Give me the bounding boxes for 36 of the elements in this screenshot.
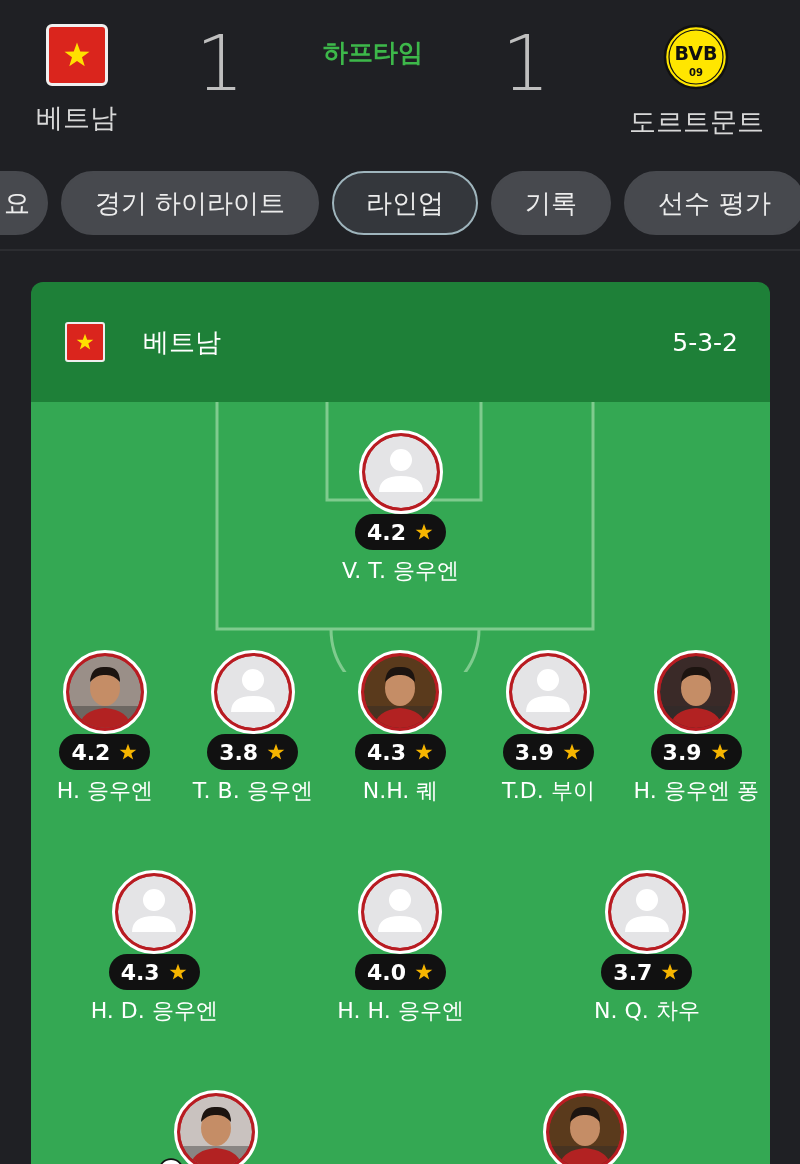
player-name: T. B. 응우엔 [192,777,313,805]
rating-value: 4.3 [367,739,406,765]
match-status: 하프타임 [323,37,423,69]
tab[interactable]: 요 [0,171,48,235]
player-name: N.H. 퀘 [362,777,439,805]
team-name: 도르트문트 [628,105,764,139]
star-icon [414,522,434,542]
rating-value: 4.0 [367,959,406,985]
home-score: 1 [195,26,245,102]
player-name: H. 응우엔 [56,777,153,805]
rating-value: 4.2 [71,739,111,765]
player-name: H. D. 응우엔 [90,997,218,1025]
away-score: 1 [501,26,551,102]
rating-value: 4.3 [120,959,160,985]
player-name: H. 응우엔 퐁 [633,777,759,805]
player-name: H. H. 응우엔 [337,997,464,1025]
rating-value: 3.9 [662,739,702,765]
player-name: N. Q. 차우 [593,997,700,1025]
star-icon [414,962,434,982]
tab[interactable]: 기록 [491,171,612,235]
tab[interactable]: 라인업 [332,171,479,235]
player-name: V. T. 응우엔 [342,557,459,585]
tab[interactable]: 선수 평가 [624,171,800,235]
player-name: T.D. 부이 [501,777,595,805]
vietnam-flag-icon [45,24,108,86]
tab[interactable]: 경기 하이라이트 [61,171,320,235]
rating-value: 3.9 [514,739,554,765]
rating-value: 3.8 [219,739,259,765]
team-name: 베트남 [143,325,221,359]
formation: 5-3-2 [672,327,738,357]
team-name: 베트남 [36,101,117,135]
rating-value: 4.2 [367,519,406,545]
club-logo: BVB 09 [663,24,730,90]
rating-value: 3.7 [613,959,653,985]
vietnam-flag-icon [65,322,105,362]
star-icon [414,742,434,762]
